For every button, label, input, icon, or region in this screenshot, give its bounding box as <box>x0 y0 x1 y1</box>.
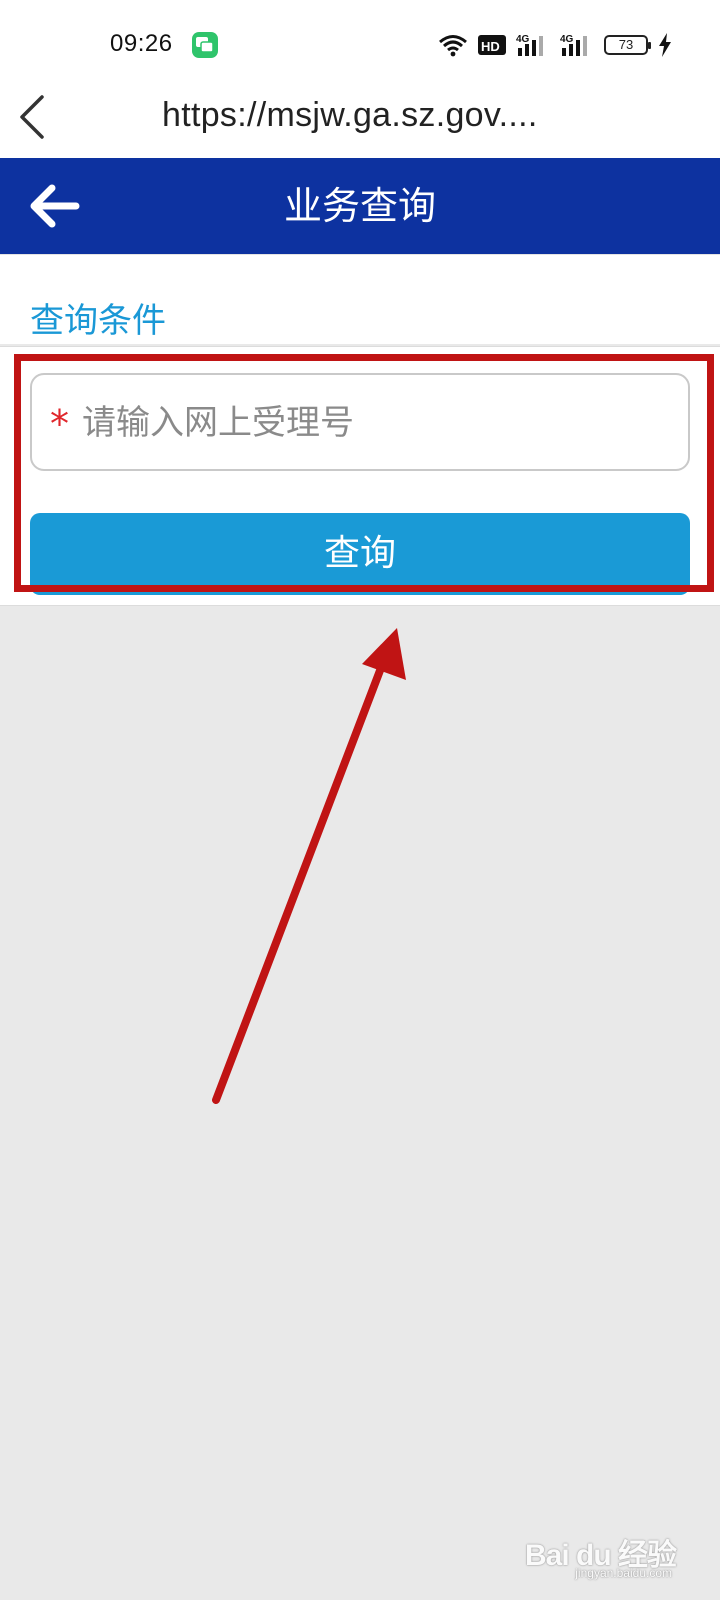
baidu-jingyan-watermark: Bai du 经验 jingyan.baidu.com <box>525 1530 677 1580</box>
section-header: 查询条件 <box>0 254 720 344</box>
battery-icon: 73 <box>604 35 651 55</box>
back-arrow-icon[interactable] <box>28 183 80 229</box>
hd-label: HD <box>481 39 500 54</box>
message-app-icon <box>192 32 218 58</box>
status-bar: 09:26 HD 4G 4G 73 <box>0 0 720 92</box>
wifi-icon <box>439 35 467 57</box>
url-text[interactable]: https://msjw.ga.sz.gov.... <box>162 96 538 135</box>
hd-icon: HD <box>478 35 506 55</box>
signal-4g-icon-2: 4G <box>560 34 587 56</box>
section-label: 查询条件 <box>30 301 166 341</box>
network-label-1: 4G <box>516 34 530 45</box>
watermark-url: jingyan.baidu.com <box>575 1566 672 1580</box>
status-time: 09:26 <box>110 30 173 57</box>
acceptance-number-input[interactable]: * 请输入网上受理号 <box>30 373 690 471</box>
app-header: 业务查询 <box>0 158 720 254</box>
page-title: 业务查询 <box>283 184 436 228</box>
browser-bar: https://msjw.ga.sz.gov.... <box>0 92 720 158</box>
charging-icon <box>659 33 671 57</box>
browser-back-icon[interactable] <box>18 95 48 139</box>
required-mark: * <box>50 402 69 446</box>
query-form: * 请输入网上受理号 查询 <box>0 346 720 606</box>
network-label-2: 4G <box>560 34 574 45</box>
signal-4g-icon: 4G <box>516 34 543 56</box>
query-button[interactable]: 查询 <box>30 513 690 595</box>
battery-level: 73 <box>618 37 634 52</box>
acceptance-number-placeholder: 请输入网上受理号 <box>82 403 354 443</box>
status-icons: HD 4G 4G 73 <box>438 30 672 60</box>
